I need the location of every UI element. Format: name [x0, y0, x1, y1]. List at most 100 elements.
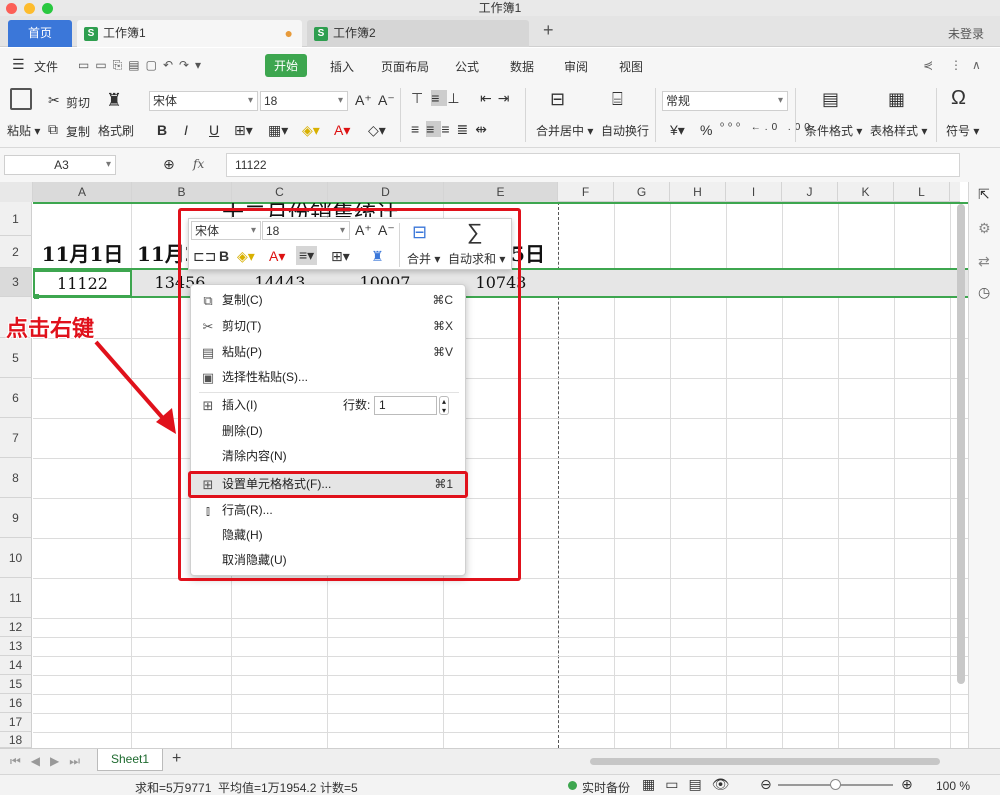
copy-button[interactable]: 复制	[66, 123, 90, 140]
row-header[interactable]: 2	[0, 236, 32, 268]
tab-data[interactable]: 数据	[510, 58, 534, 75]
row-header[interactable]: 9	[0, 498, 32, 538]
currency-icon[interactable]: ¥▾	[670, 122, 685, 139]
border-icon[interactable]: ⊞▾	[234, 122, 253, 139]
column-header[interactable]: J	[782, 182, 838, 202]
row-header[interactable]: 11	[0, 578, 32, 618]
row-header[interactable]: 16	[0, 694, 32, 713]
maximize-window-button[interactable]	[42, 3, 53, 14]
add-sheet-button[interactable]: +	[172, 750, 181, 768]
percent-button[interactable]: %	[700, 122, 712, 138]
cell-style-icon[interactable]: ▦▾	[268, 122, 288, 139]
row-header[interactable]: 17	[0, 713, 32, 732]
history-icon[interactable]: ◷	[978, 284, 990, 301]
cell-A2[interactable]: 11月1日	[33, 238, 132, 267]
realtime-backup-button[interactable]: 实时备份	[582, 779, 630, 796]
column-header[interactable]: K	[838, 182, 894, 202]
minimize-window-button[interactable]	[24, 3, 35, 14]
paste-button[interactable]: 粘贴 ▾	[7, 122, 40, 139]
row-header[interactable]: 15	[0, 675, 32, 694]
cell-A3[interactable]: 11122	[33, 270, 132, 297]
fill-color-icon[interactable]: ◈▾	[302, 122, 320, 139]
underline-button[interactable]: U	[209, 122, 219, 138]
select-all-corner[interactable]	[0, 182, 33, 202]
row-header[interactable]: 5	[0, 338, 32, 378]
function-button[interactable]: fx	[193, 157, 204, 171]
column-header[interactable]: I	[726, 182, 782, 202]
tab-home[interactable]: 首页	[8, 20, 72, 47]
share-icon[interactable]: ⋞	[923, 58, 933, 72]
row-header[interactable]: 1	[0, 202, 32, 236]
row-header[interactable]: 13	[0, 637, 32, 656]
vertical-scrollbar[interactable]	[957, 204, 965, 684]
paste-icon[interactable]	[10, 88, 32, 110]
zoom-level[interactable]: 100 %	[936, 779, 970, 793]
tab-workbook1[interactable]: S 工作簿1 ●	[77, 20, 302, 47]
number-format-select[interactable]: 常规	[662, 91, 788, 111]
fill-handle[interactable]	[34, 294, 39, 299]
transfer-icon[interactable]: ⇄	[978, 253, 990, 270]
name-box[interactable]: A3	[4, 155, 116, 175]
zoom-out-icon[interactable]: ⊖	[760, 776, 772, 793]
sheet-tab-active[interactable]: Sheet1	[97, 749, 163, 771]
column-header[interactable]: C	[232, 182, 328, 202]
file-menu[interactable]: 文件	[34, 58, 58, 75]
font-color-icon[interactable]: A▾	[334, 122, 350, 139]
tab-page-layout[interactable]: 页面布局	[381, 58, 429, 75]
properties-icon[interactable]: ⚙	[978, 220, 991, 237]
tab-formula[interactable]: 公式	[455, 58, 479, 75]
horizontal-align-icons[interactable]: ≡≡≡≣⇹	[411, 121, 494, 138]
row-header[interactable]: 10	[0, 538, 32, 578]
font-name-select[interactable]: 宋体	[149, 91, 258, 111]
tab-view[interactable]: 视图	[619, 58, 643, 75]
new-tab-button[interactable]: +	[543, 20, 554, 41]
zoom-in-icon[interactable]: ⊕	[901, 776, 913, 793]
wrap-text-button[interactable]: 自动换行	[601, 122, 649, 139]
quick-access-toolbar[interactable]: ▭▭⎘▤▢↶↷▾	[78, 58, 207, 73]
column-header[interactable]: L	[894, 182, 950, 202]
view-mode-icons[interactable]: ▦▭▤👁	[642, 776, 739, 793]
italic-button[interactable]: I	[184, 122, 188, 138]
column-header[interactable]: F	[558, 182, 614, 202]
column-header[interactable]: A	[33, 182, 132, 202]
login-status[interactable]: 未登录	[948, 25, 984, 42]
column-header[interactable]: G	[614, 182, 670, 202]
select-cursor-icon[interactable]: ⇱	[978, 186, 990, 203]
format-painter-button[interactable]: 格式刷	[98, 122, 134, 139]
merge-center-button[interactable]: 合并居中 ▾	[536, 122, 593, 139]
tab-insert[interactable]: 插入	[330, 58, 354, 75]
conditional-format-button[interactable]: 条件格式 ▾	[805, 122, 862, 139]
row-header[interactable]: 8	[0, 458, 32, 498]
close-window-button[interactable]	[6, 3, 17, 14]
row-header[interactable]: 18	[0, 732, 32, 748]
row-header[interactable]: 14	[0, 656, 32, 675]
vertical-align-icons[interactable]: ⊤≡⊥	[411, 90, 468, 107]
sheet-nav-icons[interactable]: ⏮◀▶⏭	[10, 754, 90, 769]
column-header[interactable]: H	[670, 182, 726, 202]
cut-button[interactable]: 剪切	[66, 94, 90, 111]
bold-button[interactable]: B	[157, 122, 167, 138]
font-size-select[interactable]: 18	[260, 91, 348, 111]
zoom-slider-thumb[interactable]	[830, 779, 841, 790]
tab-start[interactable]: 开始	[265, 54, 308, 77]
more-icon[interactable]: ⋮	[950, 58, 962, 72]
row-header[interactable]: 6	[0, 378, 32, 418]
tab-workbook2[interactable]: S 工作簿2	[307, 20, 529, 47]
row-header[interactable]: 12	[0, 618, 32, 637]
row-header[interactable]: 7	[0, 418, 32, 458]
collapse-ribbon-icon[interactable]: ∧	[972, 58, 981, 72]
clear-format-icon[interactable]: ◇▾	[368, 122, 386, 139]
indent-icons[interactable]: ⇤⇥	[480, 90, 515, 107]
tab-review[interactable]: 审阅	[564, 58, 588, 75]
symbol-button[interactable]: 符号 ▾	[946, 122, 979, 139]
formula-input[interactable]: 11122	[226, 153, 960, 177]
horizontal-scrollbar[interactable]	[590, 758, 940, 765]
row-header[interactable]: 3	[0, 268, 32, 297]
table-style-button[interactable]: 表格样式 ▾	[870, 122, 927, 139]
column-header[interactable]: D	[328, 182, 444, 202]
decimal-icons[interactable]: ⁰⁰⁰ ←.0 .00	[720, 122, 814, 133]
decrease-font-icon[interactable]: A⁻	[378, 92, 395, 109]
hamburger-menu-icon[interactable]: ☰	[12, 56, 25, 73]
column-header[interactable]: B	[132, 182, 232, 202]
zoom-search-icon[interactable]: ⊕	[163, 156, 175, 173]
